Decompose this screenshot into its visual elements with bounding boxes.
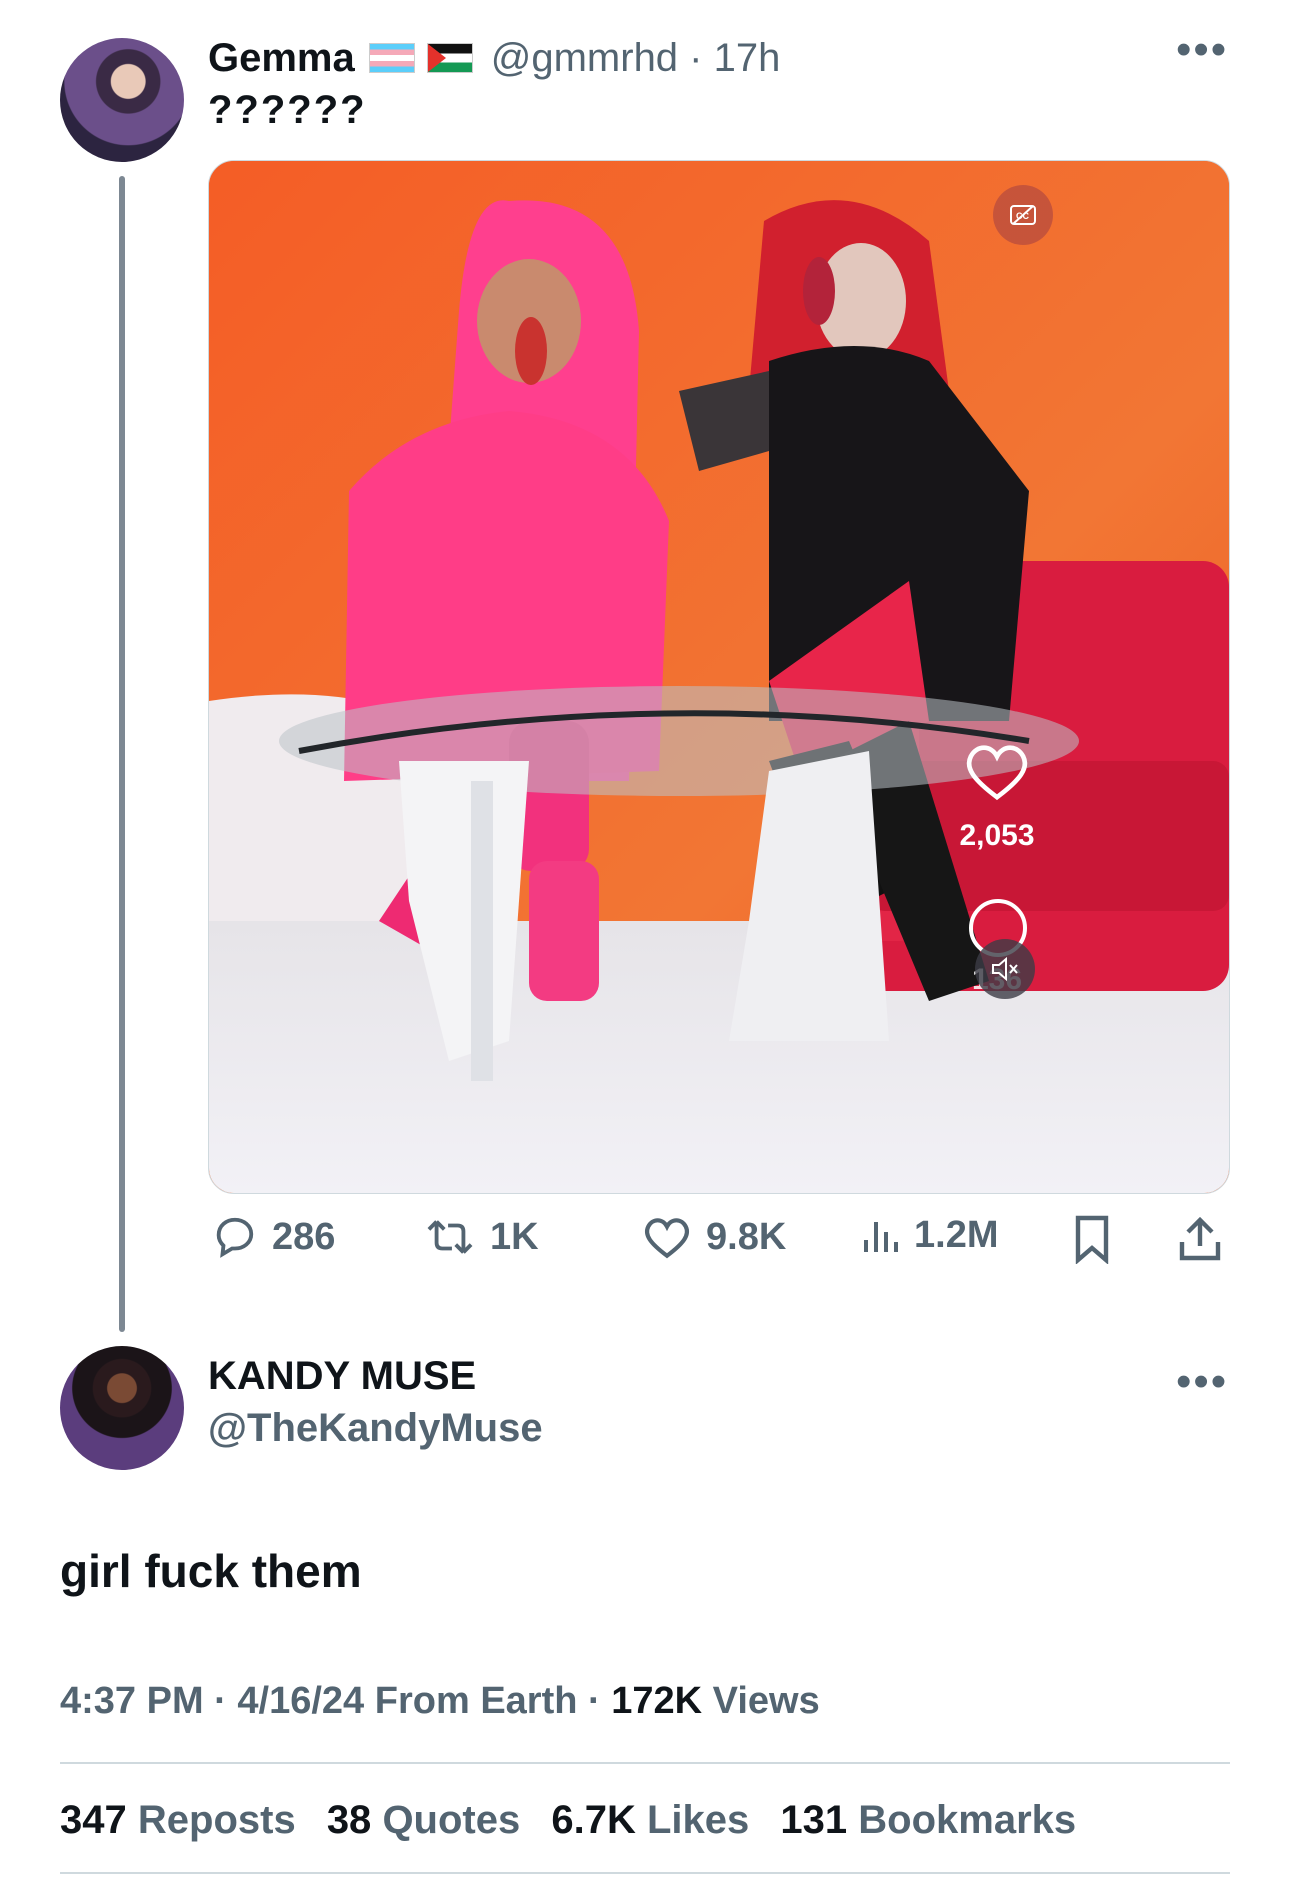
mute-icon[interactable] [975, 939, 1035, 999]
repost-action[interactable]: 1K [424, 1214, 539, 1260]
reposts-stat[interactable]: 347 Reposts [60, 1798, 296, 1842]
repost-count: 1K [490, 1215, 539, 1258]
avatar-kandy-muse[interactable] [60, 1346, 184, 1470]
overlay-like-count: 2,053 [959, 819, 1035, 852]
tweet-text: girl fuck them [60, 1545, 362, 1597]
tweet-meta: 4:37 PM · 4/16/24 From Earth · 172K View… [60, 1680, 820, 1722]
like-icon [644, 1218, 690, 1259]
tweet-date[interactable]: 4/16/24 [237, 1680, 364, 1722]
video-frame [209, 161, 1229, 1193]
caption-off-icon[interactable]: CC [993, 185, 1053, 245]
reply-action[interactable]: 286 [210, 1214, 335, 1260]
author-handle-time[interactable]: @gmmrhd · 17h [491, 36, 781, 81]
bookmark-icon[interactable] [1072, 1214, 1112, 1269]
tweet-time[interactable]: 4:37 PM [60, 1680, 204, 1722]
like-count: 9.8K [706, 1215, 787, 1258]
video-player[interactable]: CC 2,053 136 [208, 160, 1230, 1194]
author-name[interactable]: Gemma [208, 36, 355, 81]
views-count: 1.2M [914, 1214, 999, 1256]
tweet-source: From Earth [374, 1680, 578, 1722]
bookmarks-stat[interactable]: 131 Bookmarks [780, 1798, 1076, 1842]
avatar-gemma[interactable] [60, 38, 184, 162]
views-action[interactable]: 1.2M [860, 1214, 998, 1257]
more-options-icon[interactable]: ••• [1176, 1360, 1228, 1404]
reply-count: 286 [272, 1215, 336, 1258]
reply-icon [216, 1217, 254, 1258]
divider-top [60, 1762, 1230, 1764]
svg-text:CC: CC [1016, 211, 1029, 221]
like-action[interactable]: 9.8K [642, 1214, 786, 1260]
divider-bottom [60, 1872, 1230, 1874]
tweet-text: ?????? [208, 88, 367, 132]
transgender-flag-icon [368, 43, 415, 73]
views-icon [864, 1221, 898, 1252]
likes-stat[interactable]: 6.7K Likes [551, 1798, 749, 1842]
author-name[interactable]: KANDY MUSE [208, 1354, 476, 1399]
views-count: 172K [611, 1680, 703, 1722]
thread-line [119, 176, 125, 1332]
more-options-icon[interactable]: ••• [1176, 28, 1228, 72]
author-handle[interactable]: @TheKandyMuse [208, 1406, 543, 1451]
repost-icon [427, 1220, 473, 1254]
palestine-flag-icon [426, 43, 473, 73]
heart-icon[interactable] [961, 739, 1033, 808]
quotes-stat[interactable]: 38 Quotes [327, 1798, 520, 1842]
tweet-stats: 347 Reposts 38 Quotes 6.7K Likes 131 Boo… [60, 1798, 1076, 1843]
share-icon[interactable] [1176, 1214, 1224, 1269]
views-label: Views [712, 1680, 820, 1722]
